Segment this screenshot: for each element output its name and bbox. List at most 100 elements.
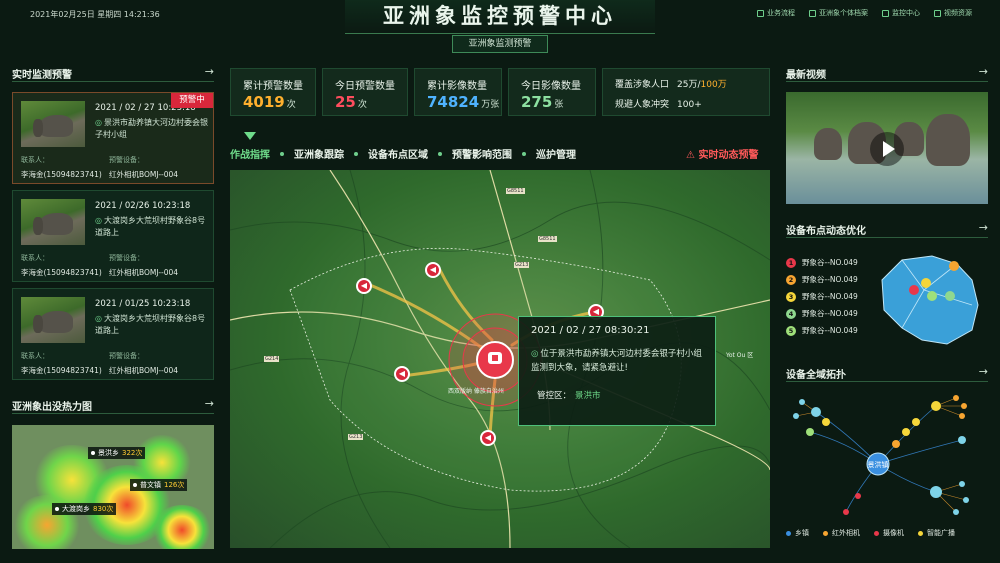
devices-header: 设备布点动态优化 →	[786, 221, 988, 238]
tab-elephant-tracking[interactable]: 亚洲象跟踪	[294, 146, 368, 161]
speaker-icon[interactable]: ◀	[394, 366, 410, 382]
alert-card[interactable]: 2021 / 02/26 10:23:18 ◎ 大渡岗乡大荒坝村野象谷8号道路上 …	[12, 190, 214, 282]
road-tag: G8511	[506, 188, 525, 194]
heat-map[interactable]: 景洪乡 322次 普文镇 126次 大渡岗乡 830次	[12, 425, 214, 549]
alarm-icon: ⚠	[686, 150, 699, 161]
link-elephant-archive[interactable]: 亚洲象个体档案	[809, 8, 868, 18]
stat-today-alerts: 今日预警数量 25 次	[322, 68, 408, 116]
realtime-alert-button[interactable]: ⚠ 实时动态预警	[686, 146, 758, 161]
link-business-flow[interactable]: 业务流程	[757, 8, 795, 18]
heatmap-title: 亚洲象出没热力图	[12, 402, 92, 413]
device-label: 预警设备：	[109, 352, 144, 360]
contact-label: 联系人：	[21, 254, 49, 262]
device-item[interactable]: 5 野象谷--NO.049	[786, 322, 858, 339]
contact-value: 李海金(15094823741)	[21, 268, 102, 277]
alert-date: 2021 / 02/26 10:23:18	[95, 201, 191, 211]
legend-item: 智能广播	[918, 528, 955, 538]
device-value: 红外相机BOMJ--004	[109, 170, 179, 179]
device-label: 预警设备：	[109, 254, 144, 262]
topology-legend: 乡镇 红外相机 摄像机 智能广播	[786, 528, 955, 538]
location-pin-icon: ◎	[531, 349, 539, 359]
heat-tag: 普文镇 126次	[130, 479, 188, 491]
road-tag: G214	[264, 356, 280, 362]
datetime: 2021年02月25日 星期四 14:21:36	[30, 10, 160, 19]
stat-total-images: 累计影像数量 74824 万张	[414, 68, 502, 116]
stat-today-images: 今日影像数量 275 张	[508, 68, 596, 116]
devices-more-arrow-icon[interactable]: →	[979, 221, 988, 234]
alerts-more-arrow-icon[interactable]: →	[205, 65, 214, 78]
flow-icon	[757, 9, 764, 17]
video-header: 最新视频 →	[786, 65, 988, 82]
popup-message: ◎ 位于景洪市勐养镇大河边村委会银子村小组监测到大象，请紧急避让!	[531, 349, 702, 373]
heat-tag: 大渡岗乡 830次	[52, 503, 117, 515]
alert-location: ◎ 大渡岗乡大荒坝村野象谷8号道路上	[95, 216, 206, 237]
topology-title: 设备全域拓扑	[786, 370, 846, 381]
heatmap-header: 亚洲象出没热力图 →	[12, 397, 214, 414]
popup-zone: 管控区： 景洪市	[537, 391, 601, 401]
popup-date: 2021 / 02 / 27 08:30:21	[531, 325, 650, 336]
device-item[interactable]: 1 野象谷--NO.049	[786, 254, 858, 271]
topology-graph[interactable]: 景洪镇	[786, 392, 988, 522]
road-tag: G213	[514, 262, 530, 268]
link-video-resources[interactable]: 视频资源	[934, 8, 972, 18]
nav-tabs: 作战指挥 亚洲象跟踪 设备布点区域 预警影响范围 巡护管理	[230, 146, 576, 161]
page-subtitle: 亚洲象监测预警	[452, 35, 548, 53]
road-tag: G8511	[538, 236, 557, 242]
alert-popup[interactable]: 2021 / 02 / 27 08:30:21 ◎ 位于景洪市勐养镇大河边村委会银…	[518, 316, 716, 426]
page-title: 亚洲象监控预警中心	[383, 4, 617, 28]
stat-total-alerts: 累计预警数量 4019 次	[230, 68, 316, 116]
device-item[interactable]: 4 野象谷--NO.049	[786, 305, 858, 322]
device-item[interactable]: 2 野象谷--NO.049	[786, 271, 858, 288]
device-item[interactable]: 3 野象谷--NO.049	[786, 288, 858, 305]
play-icon[interactable]	[870, 132, 904, 166]
monitor-icon	[882, 9, 889, 17]
alert-status-badge: 预警中	[171, 93, 213, 108]
legend-item: 摄像机	[874, 528, 904, 538]
speaker-icon[interactable]: ◀	[425, 262, 441, 278]
tab-patrol[interactable]: 巡护管理	[536, 146, 576, 161]
latest-video[interactable]	[786, 92, 988, 204]
town-label: Yot Ou 区	[726, 352, 754, 359]
archive-icon	[809, 9, 816, 17]
topology-center-label: 景洪镇	[868, 460, 889, 469]
video-icon	[934, 9, 941, 17]
tab-alert-range[interactable]: 预警影响范围	[452, 146, 536, 161]
topology-more-arrow-icon[interactable]: →	[979, 365, 988, 378]
top-bar: 2021年02月25日 星期四 14:21:36 亚洲象监控预警中心 业务流程 …	[0, 0, 1000, 36]
location-pin-icon: ◎	[95, 118, 102, 127]
link-monitor-center[interactable]: 监控中心	[882, 8, 920, 18]
alerts-header: 实时监测预警 →	[12, 65, 214, 82]
city-label: 西双版纳 傣族自治州	[448, 388, 504, 395]
video-title: 最新视频	[786, 70, 826, 81]
contact-value: 李海金(15094823741)	[21, 366, 102, 375]
tab-command[interactable]: 作战指挥	[230, 146, 294, 161]
contact-value: 李海金(15094823741)	[21, 170, 102, 179]
heatmap-more-arrow-icon[interactable]: →	[205, 397, 214, 410]
legend-item: 乡镇	[786, 528, 809, 538]
speaker-icon[interactable]: ◀	[480, 430, 496, 446]
alert-card[interactable]: 2021 / 01/25 10:23:18 ◎ 大渡岗乡大荒坝村野象谷8号道路上 …	[12, 288, 214, 380]
top-links: 业务流程 亚洲象个体档案 监控中心 视频资源	[757, 8, 972, 18]
alert-card[interactable]: 2021 / 02 / 27 10:23:18 预警中 ◎ 景洪市勐养镇大河边村委…	[12, 92, 214, 184]
title-frame: 亚洲象监控预警中心	[345, 0, 655, 34]
speaker-icon[interactable]: ◀	[356, 278, 372, 294]
active-tab-indicator-icon	[244, 132, 256, 140]
elephant-thumbnail	[21, 101, 85, 147]
elephant-thumbnail	[21, 199, 85, 245]
tab-device-area[interactable]: 设备布点区域	[368, 146, 452, 161]
alert-date: 2021 / 01/25 10:23:18	[95, 299, 191, 309]
devices-title: 设备布点动态优化	[786, 226, 866, 237]
topology-header: 设备全域拓扑 →	[786, 365, 988, 382]
elephant-thumbnail	[21, 297, 85, 343]
device-value: 红外相机BOMJ--004	[109, 366, 179, 375]
alert-location: ◎ 景洪市勐养镇大河边村委会银子村小组	[95, 118, 208, 139]
location-pin-icon: ◎	[95, 216, 102, 225]
device-area-map[interactable]	[872, 250, 988, 350]
alerts-title: 实时监测预警	[12, 70, 72, 81]
location-pin-icon: ◎	[95, 314, 102, 323]
device-list: 1 野象谷--NO.049 2 野象谷--NO.049 3 野象谷--NO.049 4…	[786, 254, 858, 339]
road-tag: G213	[348, 434, 364, 440]
legend-item: 红外相机	[823, 528, 860, 538]
video-more-arrow-icon[interactable]: →	[979, 65, 988, 78]
alert-location: ◎ 大渡岗乡大荒坝村野象谷8号道路上	[95, 314, 206, 335]
